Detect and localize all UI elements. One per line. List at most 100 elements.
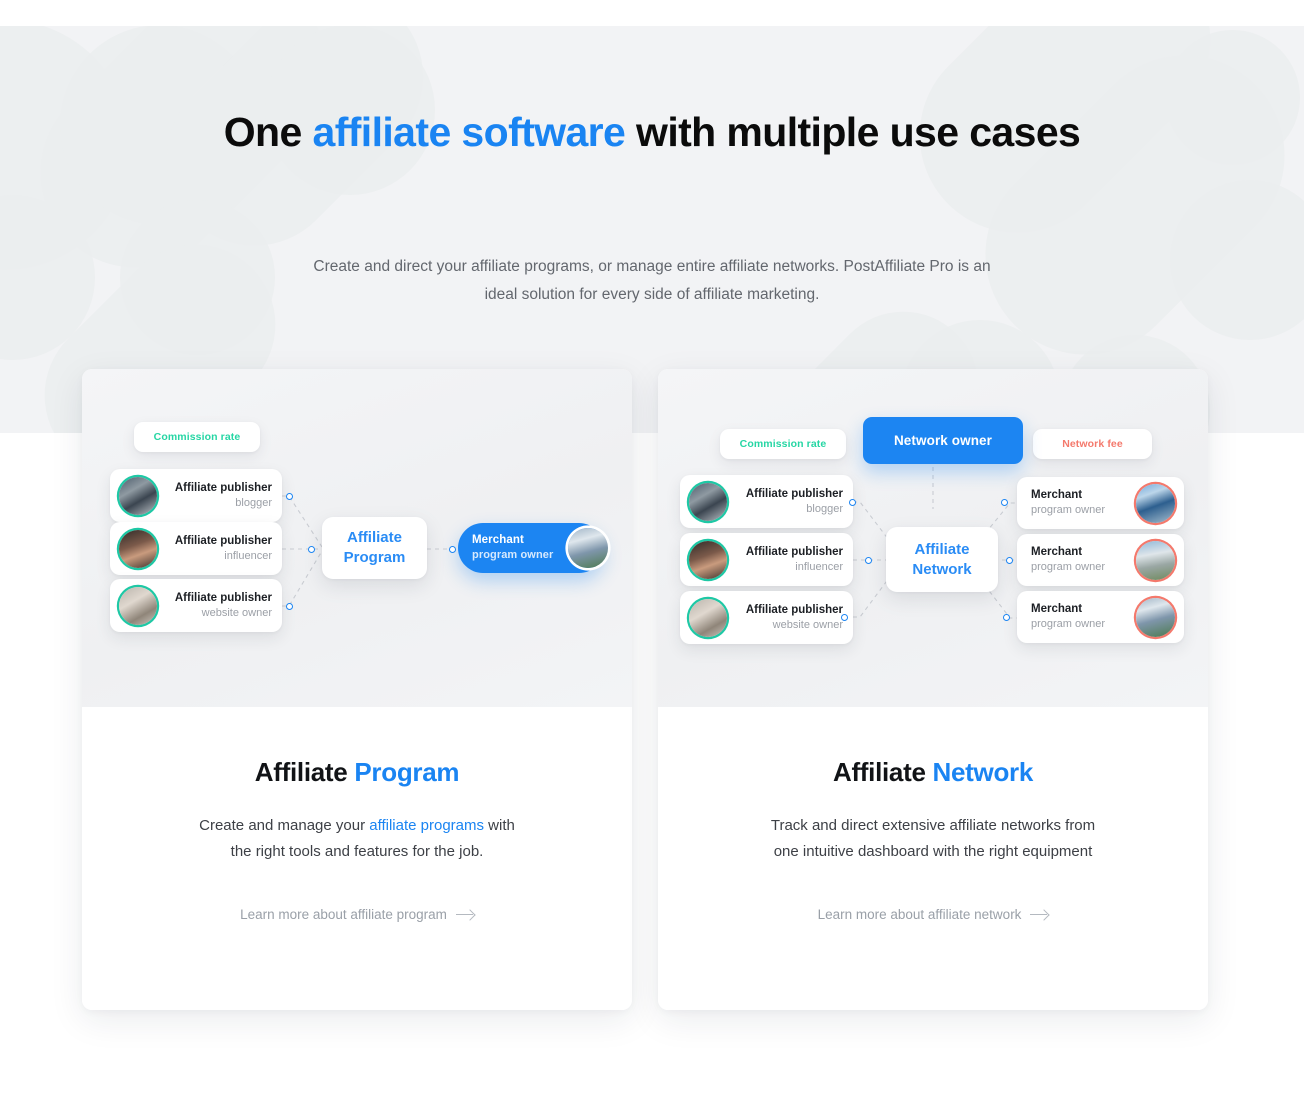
connector-dot [841, 614, 848, 621]
page-title-part2: with multiple use cases [625, 109, 1081, 155]
publisher-title: Affiliate publisher [745, 603, 843, 616]
badge-commission-rate-label: Commission rate [153, 431, 241, 443]
node-text: Affiliate publisher website owner [175, 591, 272, 621]
hub-affiliate-program[interactable]: Affiliate Program [322, 517, 427, 579]
badge-network-owner[interactable]: Network owner [863, 417, 1023, 464]
merchant-title: Merchant [1031, 489, 1083, 501]
avatar-blogger [119, 476, 157, 515]
learn-more-affiliate-network-link[interactable]: Learn more about affiliate network [818, 907, 1049, 922]
learn-more-label: Learn more about affiliate program [240, 907, 447, 922]
node-text: Merchant program owner [1031, 488, 1105, 518]
page-title-part1: One [223, 109, 313, 155]
avatar-website-owner [689, 598, 727, 637]
node-affiliate-publisher-blogger[interactable]: Affiliate publisher blogger [110, 469, 282, 522]
connector-dot [449, 546, 456, 553]
node-merchant-program-owner[interactable]: Merchant program owner [458, 523, 608, 573]
merchant-title: Merchant [1031, 603, 1083, 615]
hub-line-1: Affiliate [346, 529, 402, 546]
card-affiliate-program[interactable]: Commission rate Affiliate publisher blog… [82, 369, 632, 1010]
avatar-influencer [689, 540, 727, 579]
merchant-title: Merchant [1031, 546, 1083, 558]
card-description: Track and direct extensive affiliate net… [768, 813, 1098, 865]
connector-blogger [282, 495, 323, 548]
node-text: Affiliate publisher blogger [175, 481, 272, 511]
badge-network-owner-label: Network owner [893, 433, 993, 448]
card-title: Affiliate Network [833, 757, 1033, 788]
node-affiliate-publisher-influencer[interactable]: Affiliate publisher influencer [680, 533, 853, 586]
arrow-right-icon [455, 910, 474, 920]
badge-commission-rate: Commission rate [134, 422, 260, 452]
merchant-title: Merchant [472, 534, 524, 546]
publisher-title: Affiliate publisher [174, 534, 272, 547]
avatar-merchant [1136, 540, 1175, 580]
affiliate-program-diagram: Commission rate Affiliate publisher blog… [82, 369, 632, 707]
avatar-website-owner [119, 586, 157, 625]
learn-more-affiliate-program-link[interactable]: Learn more about affiliate program [240, 907, 474, 922]
node-text: Affiliate publisher blogger [746, 487, 843, 517]
connector-website-owner [282, 550, 323, 607]
avatar-influencer [119, 529, 157, 568]
node-text: Merchant program owner [1031, 602, 1105, 632]
card-body: Affiliate Program Create and manage your… [82, 707, 632, 1010]
hub-line-2: Program [343, 549, 406, 566]
hub-affiliate-network[interactable]: Affiliate Network [886, 527, 998, 592]
node-text: Merchant program owner [472, 533, 553, 563]
publisher-subtitle: blogger [235, 496, 272, 509]
card-title: Affiliate Program [255, 757, 460, 788]
connector-dot [1001, 499, 1008, 506]
card-title-accent: Network [932, 757, 1034, 787]
publisher-subtitle: blogger [806, 502, 843, 515]
use-case-cards: Commission rate Affiliate publisher blog… [82, 369, 1208, 1010]
page-title-accent: affiliate software [312, 109, 626, 155]
avatar-merchant [1136, 483, 1175, 523]
avatar-merchant [568, 528, 608, 568]
node-text: Affiliate publisher website owner [746, 603, 843, 633]
badge-commission-rate: Commission rate [720, 429, 846, 459]
node-affiliate-publisher-website-owner[interactable]: Affiliate publisher website owner [110, 579, 282, 632]
card-body: Affiliate Network Track and direct exten… [658, 707, 1208, 1010]
page-root: One affiliate software with multiple use… [0, 0, 1304, 1108]
publisher-title: Affiliate publisher [745, 487, 843, 500]
card-title-plain: Affiliate [832, 757, 933, 787]
merchant-subtitle: program owner [1031, 561, 1105, 573]
affiliate-network-diagram: Commission rate Network fee Network owne… [658, 369, 1208, 707]
connector-dot [308, 546, 315, 553]
arrow-right-icon [1030, 910, 1048, 920]
merchant-subtitle: program owner [472, 549, 554, 561]
badge-commission-rate-label: Commission rate [739, 438, 827, 450]
avatar-merchant [1136, 597, 1175, 637]
node-merchant-2[interactable]: Merchant program owner [1017, 534, 1184, 586]
publisher-subtitle: website owner [772, 618, 843, 631]
node-text: Affiliate publisher influencer [746, 545, 843, 575]
connector-dot [849, 499, 856, 506]
page-subtitle: Create and direct your affiliate program… [313, 258, 991, 303]
connector-dot [286, 603, 293, 610]
merchant-subtitle: program owner [1031, 504, 1105, 516]
card-title-accent: Program [354, 757, 460, 787]
publisher-subtitle: influencer [795, 560, 843, 573]
card-affiliate-network[interactable]: Commission rate Network fee Network owne… [658, 369, 1208, 1010]
card-desc-link[interactable]: affiliate programs [369, 817, 484, 834]
learn-more-label: Learn more about affiliate network [817, 907, 1022, 922]
hub-line-1: Affiliate [914, 540, 970, 558]
node-affiliate-publisher-influencer[interactable]: Affiliate publisher influencer [110, 522, 282, 575]
publisher-title: Affiliate publisher [174, 591, 272, 604]
node-affiliate-publisher-blogger[interactable]: Affiliate publisher blogger [680, 475, 853, 528]
connector-dot [1003, 614, 1010, 621]
badge-network-fee: Network fee [1033, 429, 1152, 459]
publisher-subtitle: website owner [201, 606, 272, 619]
card-desc-part1: Create and manage your [199, 817, 370, 834]
card-description: Create and manage your affiliate program… [192, 813, 522, 865]
node-merchant-1[interactable]: Merchant program owner [1017, 477, 1184, 529]
connector-dot [865, 557, 872, 564]
connector-dot [1006, 557, 1013, 564]
publisher-title: Affiliate publisher [745, 545, 843, 558]
publisher-title: Affiliate publisher [174, 481, 272, 494]
node-merchant-3[interactable]: Merchant program owner [1017, 591, 1184, 643]
node-text: Merchant program owner [1031, 545, 1105, 575]
merchant-subtitle: program owner [1031, 618, 1105, 630]
node-affiliate-publisher-website-owner[interactable]: Affiliate publisher website owner [680, 591, 853, 644]
avatar-blogger [689, 482, 727, 521]
top-white-strip [0, 0, 1304, 26]
publisher-subtitle: influencer [224, 549, 272, 562]
